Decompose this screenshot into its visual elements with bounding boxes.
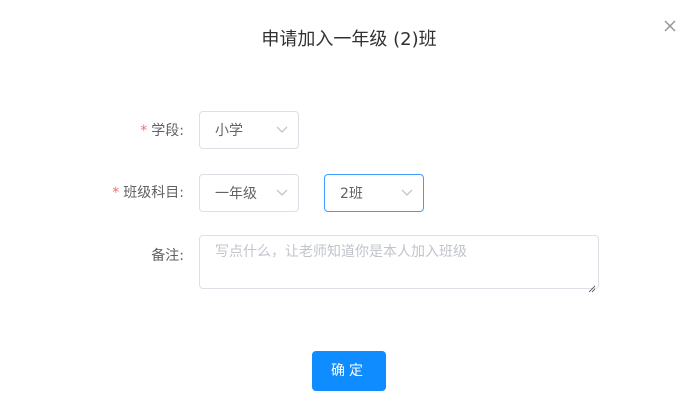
remark-textarea[interactable]: 写点什么，让老师知道你是本人加入班级: [199, 235, 599, 293]
resize-handle-icon[interactable]: [588, 278, 596, 293]
stage-label-text: 学段:: [151, 123, 184, 139]
stage-select-value: 小学: [215, 123, 243, 139]
required-mark: *: [112, 185, 120, 201]
grade-select-value: 一年级: [215, 186, 257, 202]
class-subject-label: * 班级科目:: [90, 183, 184, 203]
class-select[interactable]: 2班: [324, 174, 424, 212]
join-class-dialog: 申请加入一年级 (2)班 * 学段: 小学 * 班级科目: 一年级 2班 备注: 写…: [0, 0, 698, 410]
chevron-down-icon: [276, 188, 288, 198]
close-icon[interactable]: [662, 18, 678, 34]
remark-placeholder: 写点什么，让老师知道你是本人加入班级: [215, 244, 467, 260]
class-subject-label-text: 班级科目:: [123, 185, 184, 201]
stage-label: * 学段:: [100, 121, 184, 141]
confirm-button[interactable]: 确定: [312, 351, 386, 391]
chevron-down-icon: [276, 125, 288, 135]
dialog-title: 申请加入一年级 (2)班: [261, 29, 437, 50]
grade-select[interactable]: 一年级: [199, 174, 299, 212]
chevron-down-icon: [401, 188, 413, 198]
required-mark: *: [140, 123, 148, 139]
remark-label: 备注:: [151, 248, 184, 264]
class-select-value: 2班: [340, 186, 363, 202]
stage-select[interactable]: 小学: [199, 111, 299, 149]
